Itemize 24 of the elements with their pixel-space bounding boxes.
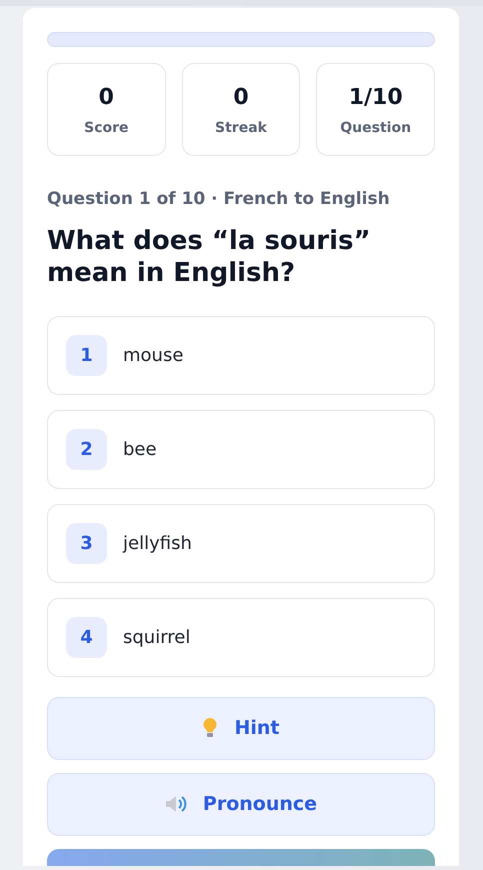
option-number: 4 [66,616,107,658]
hint-button[interactable]: Hint [47,696,435,760]
answer-option[interactable]: 3 jellyfish [47,504,435,582]
stat-label: Score [84,118,129,138]
stat-value: 0 [98,84,114,112]
answer-option[interactable]: 2 bee [47,410,435,488]
option-number: 2 [66,428,107,470]
option-number: 3 [66,522,107,564]
option-text: bee [123,438,157,462]
speaker-icon [164,794,187,814]
stat-value: 1/10 [348,84,403,112]
pronounce-button[interactable]: Pronounce [47,772,435,836]
option-text: mouse [123,344,184,368]
option-number: 1 [66,334,107,376]
answer-option[interactable]: 1 mouse [47,316,435,394]
question-text: What does “la souris” mean in English? [47,224,372,290]
lightbulb-icon [202,717,218,739]
option-text: squirrel [123,626,190,650]
stat-label: Streak [215,118,267,138]
answer-option[interactable]: 4 squirrel [47,598,435,676]
stat-value: 0 [233,84,249,112]
option-text: jellyfish [123,532,192,556]
question-meta: Question 1 of 10 · French to English [47,188,391,211]
stat-label: Question [340,118,412,138]
